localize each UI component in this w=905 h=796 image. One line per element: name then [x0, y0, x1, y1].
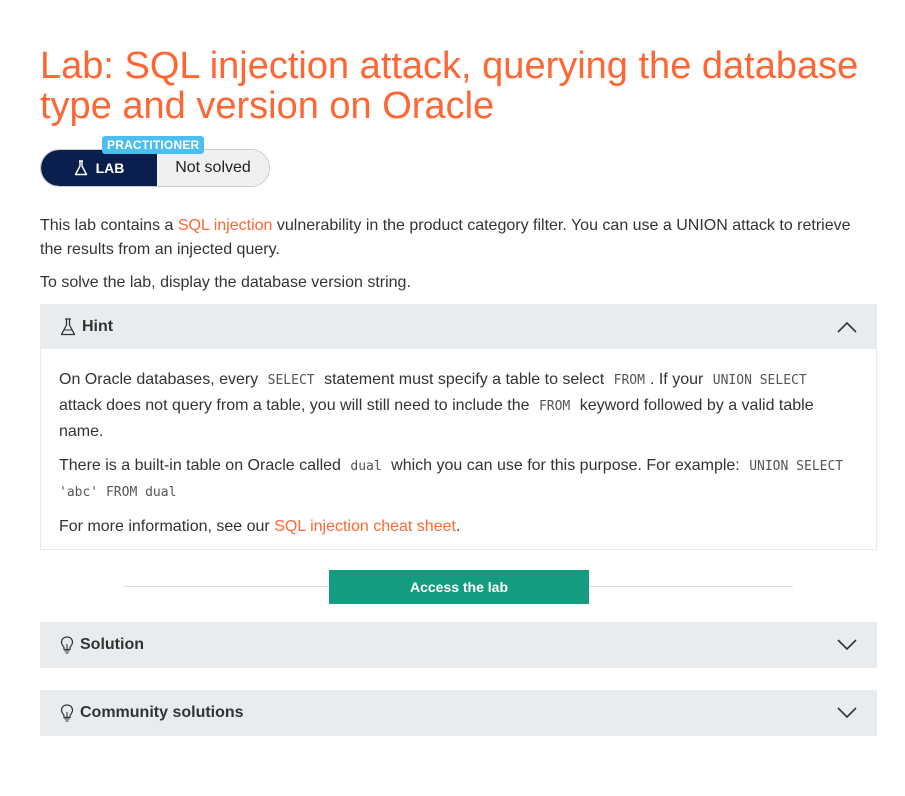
- hint-paragraph-2: There is a built-in table on Oracle call…: [59, 453, 858, 505]
- lightbulb-icon: [60, 636, 74, 654]
- hint-text: For more information, see our: [59, 518, 275, 535]
- hint-content: On Oracle databases, every SELECT statem…: [40, 349, 877, 550]
- intro-paragraph: This lab contains a SQL injection vulner…: [40, 214, 870, 262]
- hint-text: attack does not query from a table, you …: [59, 397, 534, 414]
- hint-text: There is a built-in table on Oracle call…: [59, 457, 346, 474]
- level-badge: PRACTITIONER: [102, 136, 205, 154]
- lab-status-badge: PRACTITIONER LAB Not solved: [40, 136, 270, 187]
- solution-title: Solution: [80, 636, 144, 653]
- code-snippet: dual: [350, 459, 382, 474]
- hint-paragraph-3: For more information, see our SQL inject…: [59, 514, 858, 539]
- code-snippet: SELECT: [267, 373, 315, 388]
- lab-text: LAB: [95, 160, 125, 176]
- hint-title: Hint: [82, 317, 114, 335]
- page-title: Lab: SQL injection attack, querying the …: [40, 45, 859, 127]
- hint-text: which you can use for this purpose. For …: [386, 457, 745, 474]
- chevron-up-icon[interactable]: [837, 317, 857, 337]
- chevron-down-icon[interactable]: [837, 635, 857, 655]
- code-snippet: FROM: [613, 373, 645, 388]
- lab-label: LAB: [41, 150, 157, 186]
- cheat-sheet-link[interactable]: SQL injection cheat sheet: [274, 518, 456, 535]
- access-lab-button[interactable]: Access the lab: [329, 570, 589, 604]
- chevron-down-icon[interactable]: [837, 703, 857, 723]
- status-text: Not solved: [157, 150, 269, 186]
- goal-paragraph: To solve the lab, display the database v…: [40, 274, 411, 291]
- solution-accordion-header[interactable]: Solution: [40, 622, 877, 668]
- intro-text: This lab contains a: [40, 217, 178, 234]
- code-snippet: UNION SELECT: [712, 373, 807, 388]
- hint-text: statement must specify a table to select: [319, 371, 609, 388]
- flask-icon: [60, 317, 76, 335]
- code-snippet: FROM: [538, 399, 571, 414]
- community-solutions-title: Community solutions: [80, 704, 244, 721]
- hint-text: . If your: [649, 371, 708, 388]
- hint-text: On Oracle databases, every: [59, 371, 263, 388]
- sql-injection-link[interactable]: SQL injection: [178, 217, 273, 234]
- community-solutions-accordion-header[interactable]: Community solutions: [40, 690, 877, 736]
- hint-text: .: [455, 518, 461, 535]
- hint-paragraph-1: On Oracle databases, every SELECT statem…: [59, 367, 858, 444]
- lightbulb-icon: [60, 704, 74, 722]
- flask-icon: [74, 160, 87, 176]
- hint-accordion-header[interactable]: Hint: [40, 304, 877, 349]
